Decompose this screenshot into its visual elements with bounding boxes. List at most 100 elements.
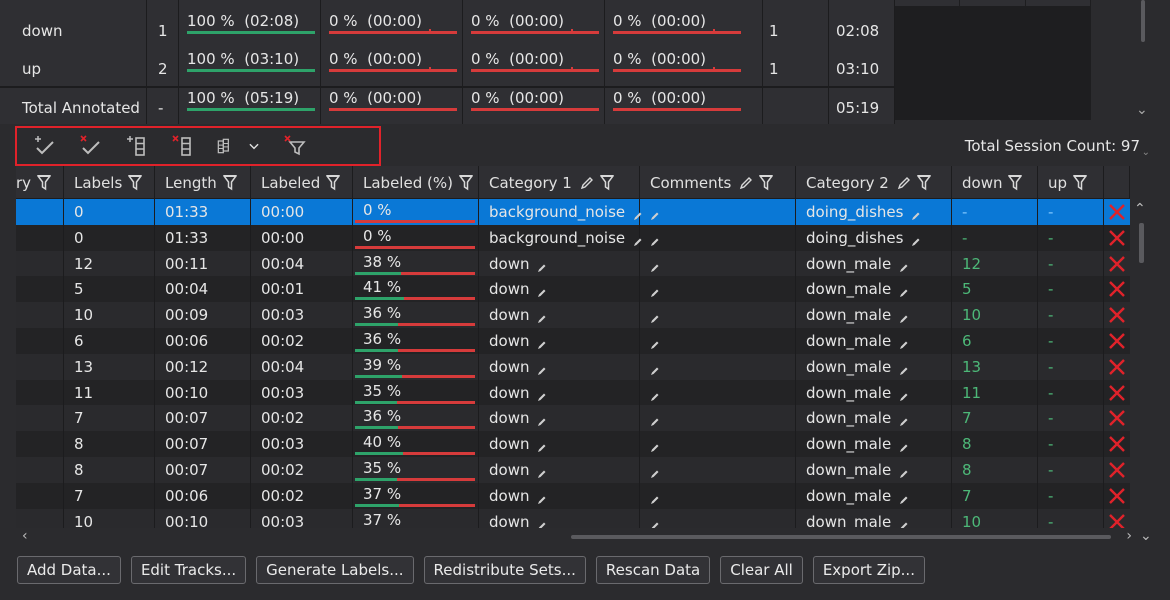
filter-icon[interactable] <box>758 174 774 191</box>
edit-icon[interactable] <box>537 388 547 401</box>
redistribute-sets-button[interactable]: Redistribute Sets... <box>423 556 586 584</box>
scroll-down-arrow-icon[interactable]: ⌄ <box>1140 528 1152 544</box>
filter-icon[interactable] <box>458 174 474 191</box>
edit-icon[interactable] <box>650 284 660 298</box>
category1-cell[interactable]: down <box>479 457 640 483</box>
category1-cell[interactable]: down <box>479 508 640 528</box>
column-header-labels[interactable]: Labels <box>64 166 155 199</box>
table-row[interactable]: 10 00:09 00:03 36 % down down_male 10 - <box>16 302 1130 329</box>
table-row[interactable]: 6 00:06 00:02 36 % down down_male 6 - <box>16 328 1130 354</box>
edit-icon[interactable] <box>899 388 909 401</box>
edit-icon[interactable] <box>911 207 921 220</box>
edit-icon[interactable] <box>537 517 547 528</box>
summary-scrollbar[interactable]: ⌄ <box>1134 0 1152 120</box>
comments-cell[interactable] <box>640 353 796 380</box>
category1-cell[interactable]: down <box>479 328 640 354</box>
category1-cell[interactable]: down <box>479 482 640 509</box>
table-row[interactable]: 10 00:10 00:03 37 % down down_male 10 - <box>16 508 1130 528</box>
comments-cell[interactable] <box>640 250 796 277</box>
filter-icon[interactable] <box>599 174 615 191</box>
add-check-button[interactable] <box>31 132 59 160</box>
edit-icon[interactable] <box>537 259 547 272</box>
chevron-down-icon[interactable] <box>247 134 261 158</box>
delete-icon[interactable] <box>1107 408 1127 428</box>
category2-cell[interactable]: down_male <box>796 482 952 509</box>
column-header-category1[interactable]: Category 1 <box>479 166 640 199</box>
table-row[interactable]: 11 00:10 00:03 35 % down down_male 11 - <box>16 379 1130 406</box>
comments-cell[interactable] <box>640 482 796 509</box>
edit-icon[interactable] <box>899 310 909 324</box>
export-zip-button[interactable]: Export Zip... <box>812 556 925 584</box>
table-row[interactable]: 0 01:33 00:00 0 % background_noise doing_dish… <box>16 224 1130 251</box>
edit-icon[interactable] <box>650 362 660 375</box>
comments-cell[interactable] <box>640 431 796 458</box>
edit-icon[interactable] <box>650 491 660 504</box>
column-header-length[interactable]: Length <box>155 166 251 199</box>
edit-icon[interactable] <box>650 517 660 528</box>
category1-cell[interactable]: background_noise <box>479 224 642 251</box>
delete-icon[interactable] <box>1107 434 1127 454</box>
comments-cell[interactable] <box>640 302 796 329</box>
comments-cell[interactable] <box>640 276 796 303</box>
scroll-up-arrow-icon[interactable]: ⌃ <box>1134 201 1146 217</box>
edit-icon[interactable] <box>650 233 660 246</box>
delete-icon[interactable] <box>1107 512 1127 528</box>
filter-icon[interactable] <box>325 174 341 191</box>
column-header-del[interactable] <box>1104 166 1130 199</box>
comments-cell[interactable] <box>640 328 796 354</box>
edit-icon[interactable] <box>537 284 547 298</box>
comments-cell[interactable] <box>640 405 796 432</box>
rescan-data-button[interactable]: Rescan Data <box>595 556 711 584</box>
category2-cell[interactable]: doing_dishes <box>796 224 952 251</box>
column-header-category2[interactable]: Category 2 <box>796 166 952 199</box>
column-header-comments[interactable]: Comments <box>640 166 796 199</box>
comments-cell[interactable] <box>640 508 796 528</box>
category2-cell[interactable]: down_male <box>796 508 952 528</box>
category2-cell[interactable]: down_male <box>796 250 952 277</box>
edit-icon[interactable] <box>580 176 594 190</box>
comments-cell[interactable] <box>640 199 796 225</box>
category1-cell[interactable]: down <box>479 379 640 406</box>
delete-icon[interactable] <box>1107 254 1127 274</box>
edit-icon[interactable] <box>537 336 547 349</box>
edit-icon[interactable] <box>650 465 660 478</box>
edit-icon[interactable] <box>897 176 911 190</box>
remove-column-button[interactable] <box>169 132 197 160</box>
edit-icon[interactable] <box>899 413 909 427</box>
table-row[interactable]: 0 01:33 00:00 0 % background_noise doing_dish… <box>16 199 1130 225</box>
filter-icon[interactable] <box>1072 174 1088 191</box>
column-header-down[interactable]: down <box>952 166 1038 199</box>
filter-icon[interactable] <box>222 174 238 191</box>
edit-icon[interactable] <box>899 465 909 478</box>
column-header-up[interactable]: up <box>1038 166 1104 199</box>
category2-cell[interactable]: down_male <box>796 379 952 406</box>
scroll-down-arrow-icon[interactable]: ⌄ <box>1136 102 1148 118</box>
category1-cell[interactable]: down <box>479 431 640 458</box>
remove-check-button[interactable] <box>77 132 105 160</box>
edit-icon[interactable] <box>899 259 909 272</box>
edit-icon[interactable] <box>537 310 547 324</box>
edit-icon[interactable] <box>650 439 660 453</box>
category2-cell[interactable]: down_male <box>796 353 952 380</box>
delete-icon[interactable] <box>1107 486 1127 506</box>
grid-horizontal-scrollbar[interactable]: ‹ › <box>16 528 1132 546</box>
sessions-grid[interactable]: ry Labels Length Labeled Labeled (%) Category… <box>16 166 1130 528</box>
scroll-thumb[interactable] <box>1141 0 1145 42</box>
edit-icon[interactable] <box>650 388 660 401</box>
edit-icon[interactable] <box>650 310 660 324</box>
grid-vertical-scrollbar[interactable]: ⌃ <box>1130 199 1152 529</box>
add-column-button[interactable] <box>123 132 151 160</box>
generate-labels-button[interactable]: Generate Labels... <box>256 556 414 584</box>
comments-cell[interactable] <box>640 224 796 251</box>
scroll-right-arrow-icon[interactable]: › <box>1126 528 1132 544</box>
clear-all-button[interactable]: Clear All <box>720 556 803 584</box>
filter-icon[interactable] <box>916 174 932 191</box>
edit-icon[interactable] <box>537 413 547 427</box>
edit-icon[interactable] <box>899 336 909 349</box>
edit-icon[interactable] <box>537 362 547 375</box>
edit-icon[interactable] <box>899 439 909 453</box>
column-header-labeled-pct[interactable]: Labeled (%) <box>353 166 479 199</box>
edit-icon[interactable] <box>650 259 660 272</box>
edit-icon[interactable] <box>537 491 547 504</box>
edit-icon[interactable] <box>899 517 909 528</box>
